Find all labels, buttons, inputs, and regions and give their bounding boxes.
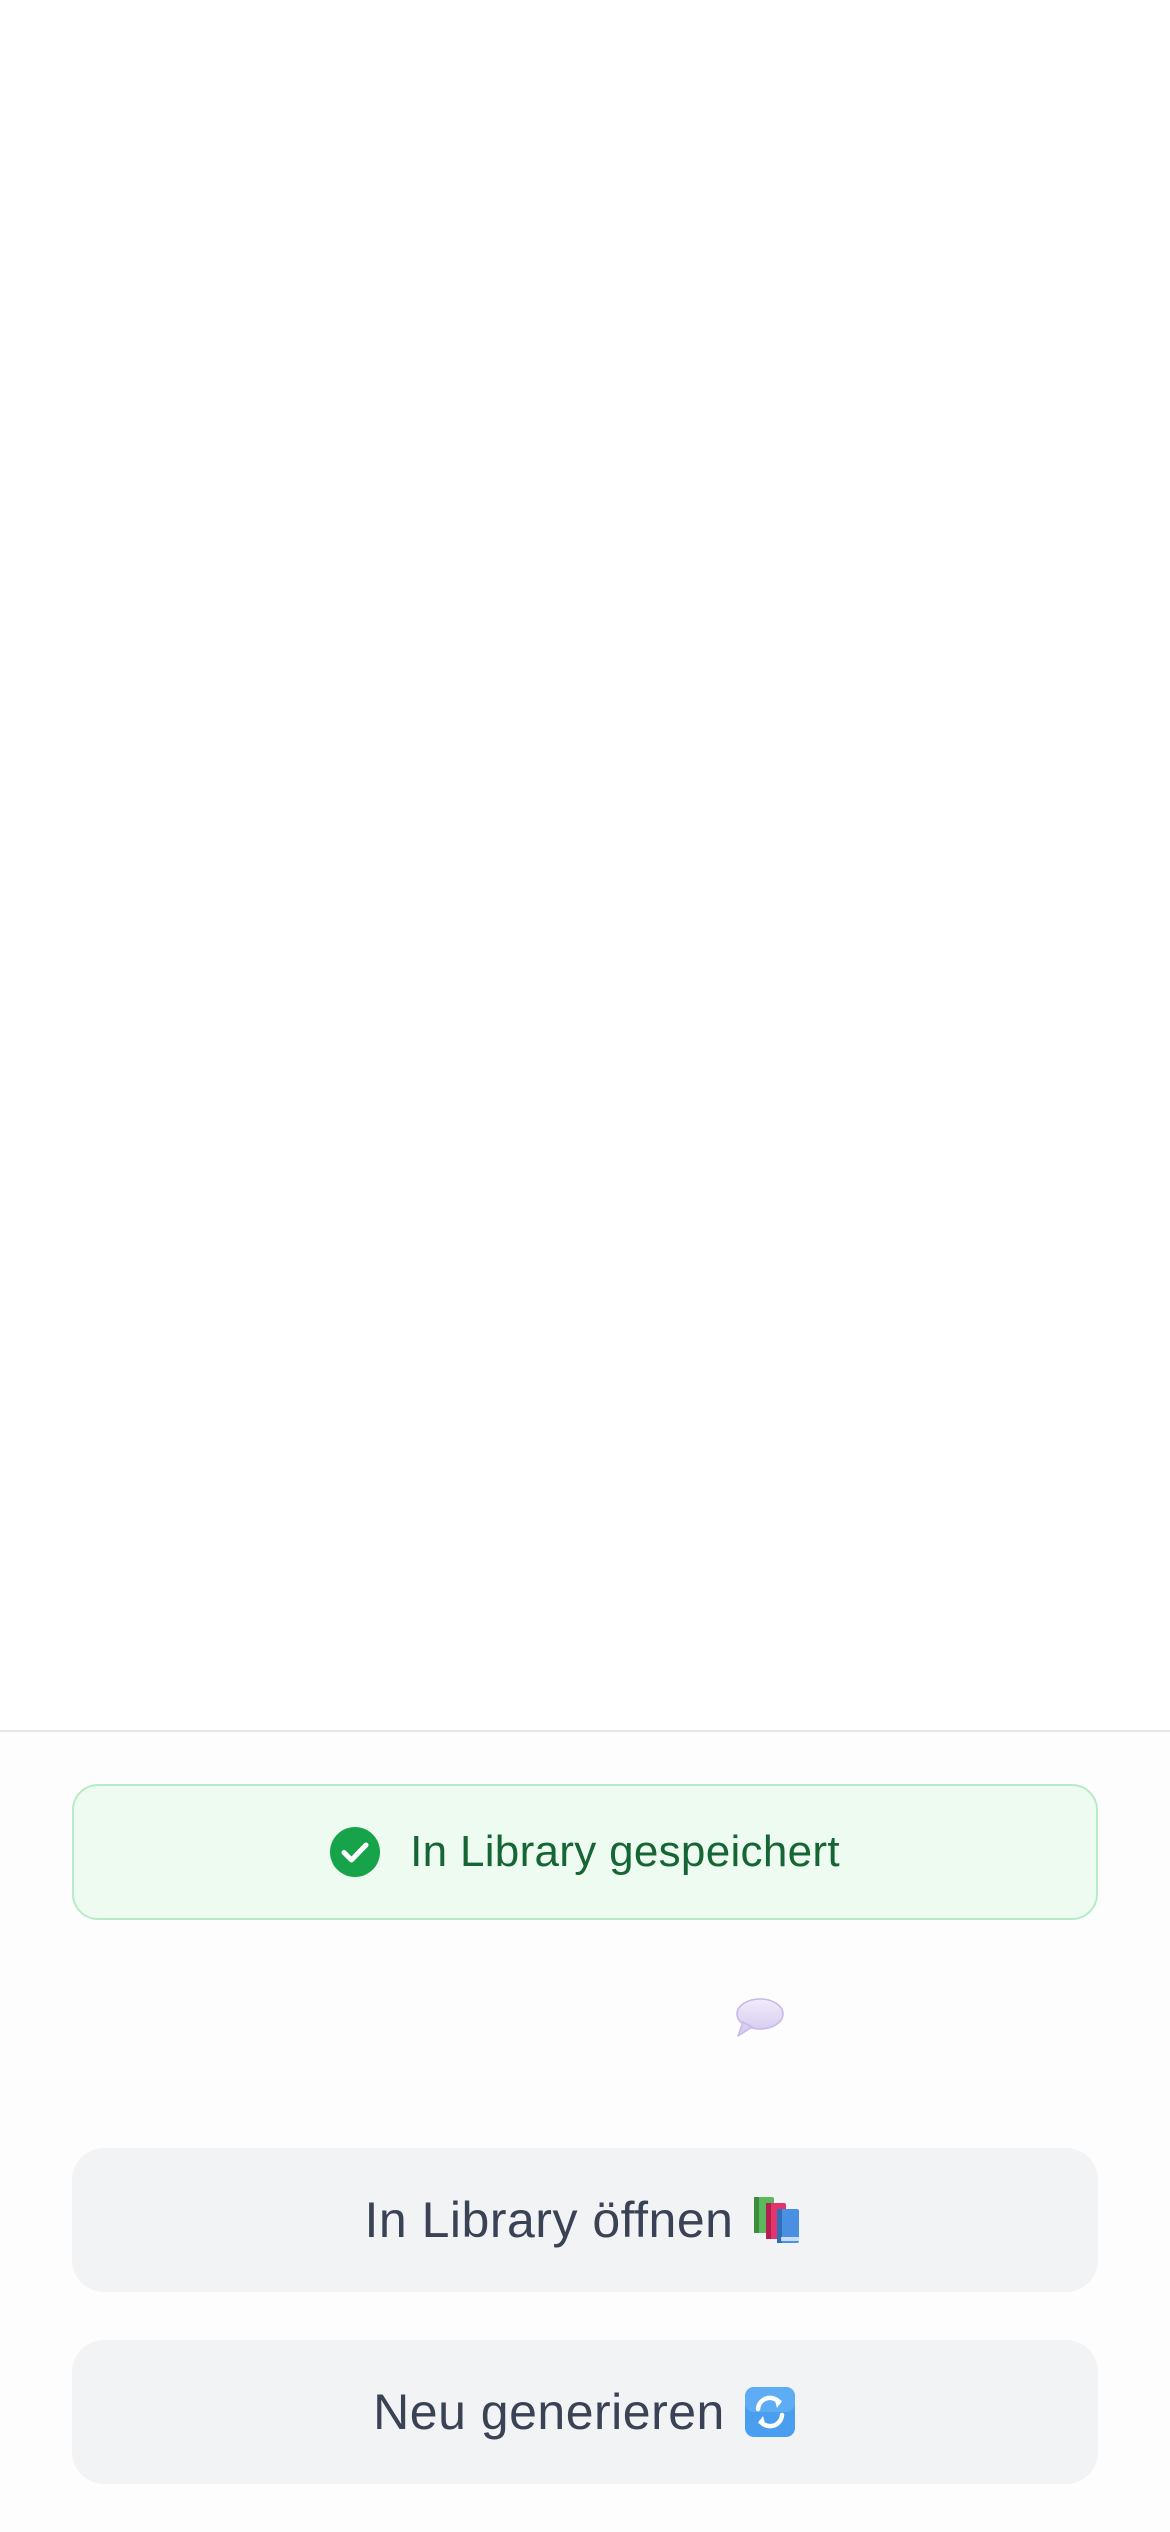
- speech-bubble-icon[interactable]: [734, 1996, 784, 2040]
- regenerate-button[interactable]: Neu generieren: [72, 2340, 1098, 2484]
- check-circle-icon: [330, 1827, 381, 1877]
- feedback-row: [0, 1990, 1170, 2050]
- content-area: [0, 0, 1170, 1730]
- open-in-library-button[interactable]: In Library öffnen: [72, 2148, 1098, 2292]
- saved-status-banner: In Library gespeichert: [72, 1784, 1098, 1920]
- open-in-library-label: In Library öffnen: [364, 2192, 734, 2248]
- saved-status-text: In Library gespeichert: [410, 1827, 840, 1876]
- regenerate-label: Neu generieren: [373, 2384, 725, 2440]
- refresh-icon: [743, 2385, 797, 2439]
- books-icon: [751, 2193, 805, 2247]
- bottom-action-panel: In Library gespeichert In Library öffnen: [0, 1730, 1170, 2532]
